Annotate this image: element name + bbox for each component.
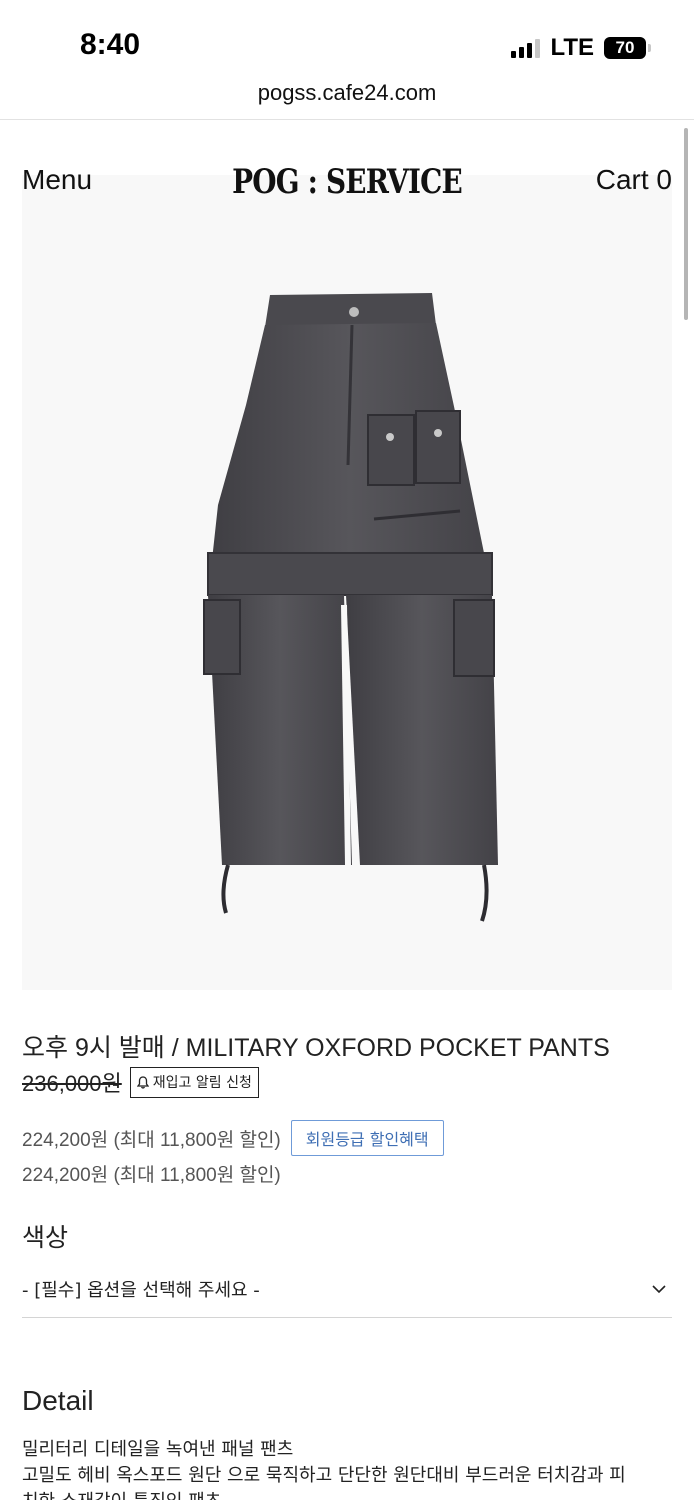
original-price: 236,000원 [22,1071,122,1096]
product-image[interactable] [22,175,672,990]
status-indicators: LTE 70 [511,34,651,62]
cargo-pants-illustration [203,293,498,922]
color-option-select[interactable]: - [필수] 옵션을 선택해 주세요 - [22,1260,672,1318]
sale-price: 224,200원 (최대 11,800원 할인) [22,1129,281,1151]
cart-link[interactable]: Cart 0 [596,164,672,196]
color-option-label: 색상 [22,1223,69,1252]
chevron-down-icon [652,1284,666,1293]
bell-icon [136,1075,149,1089]
status-bar: 8:40 LTE 70 [0,0,694,80]
detail-heading: Detail [22,1385,94,1416]
detail-text-line: 밀리터리 디테일을 녹여낸 패널 팬츠 [22,1439,294,1460]
detail-text-line: 고밀도 헤비 옥스포드 원단 으로 묵직하고 단단한 원단대비 부드러운 터치감… [22,1465,626,1486]
sale-price-row: 224,200원 (최대 11,800원 할인) 회원등급 할인혜택 [22,1120,444,1156]
restock-alert-button[interactable]: 재입고 알림 신청 [129,1066,259,1098]
member-discount-button[interactable]: 회원등급 할인혜택 [290,1120,444,1156]
option-select-placeholder: - [필수] 옵션을 선택해 주세요 - [22,1279,260,1301]
product-title: 오후 9시 발매 / MILITARY OXFORD POCKET PANTS [22,1034,610,1062]
detail-text-line: 치한 소재감이 특징인 팬츠 [22,1487,221,1500]
page-scrollbar[interactable] [684,128,688,320]
battery-icon: 70 [604,37,651,59]
address-bar[interactable]: pogss.cafe24.com [0,80,694,120]
battery-level: 70 [615,38,635,57]
url-text: pogss.cafe24.com [257,80,437,105]
network-type: LTE [550,34,594,61]
price-row: 236,000원 재입고 알림 신청 [22,1066,259,1098]
site-logo[interactable]: POG : SERVICE [62,162,631,202]
sale-price-secondary: 224,200원 (최대 11,800원 할인) [22,1165,281,1186]
restock-alert-label: 재입고 알림 신청 [152,1075,252,1091]
cellular-signal-icon [511,38,541,58]
status-time: 8:40 [80,28,141,61]
